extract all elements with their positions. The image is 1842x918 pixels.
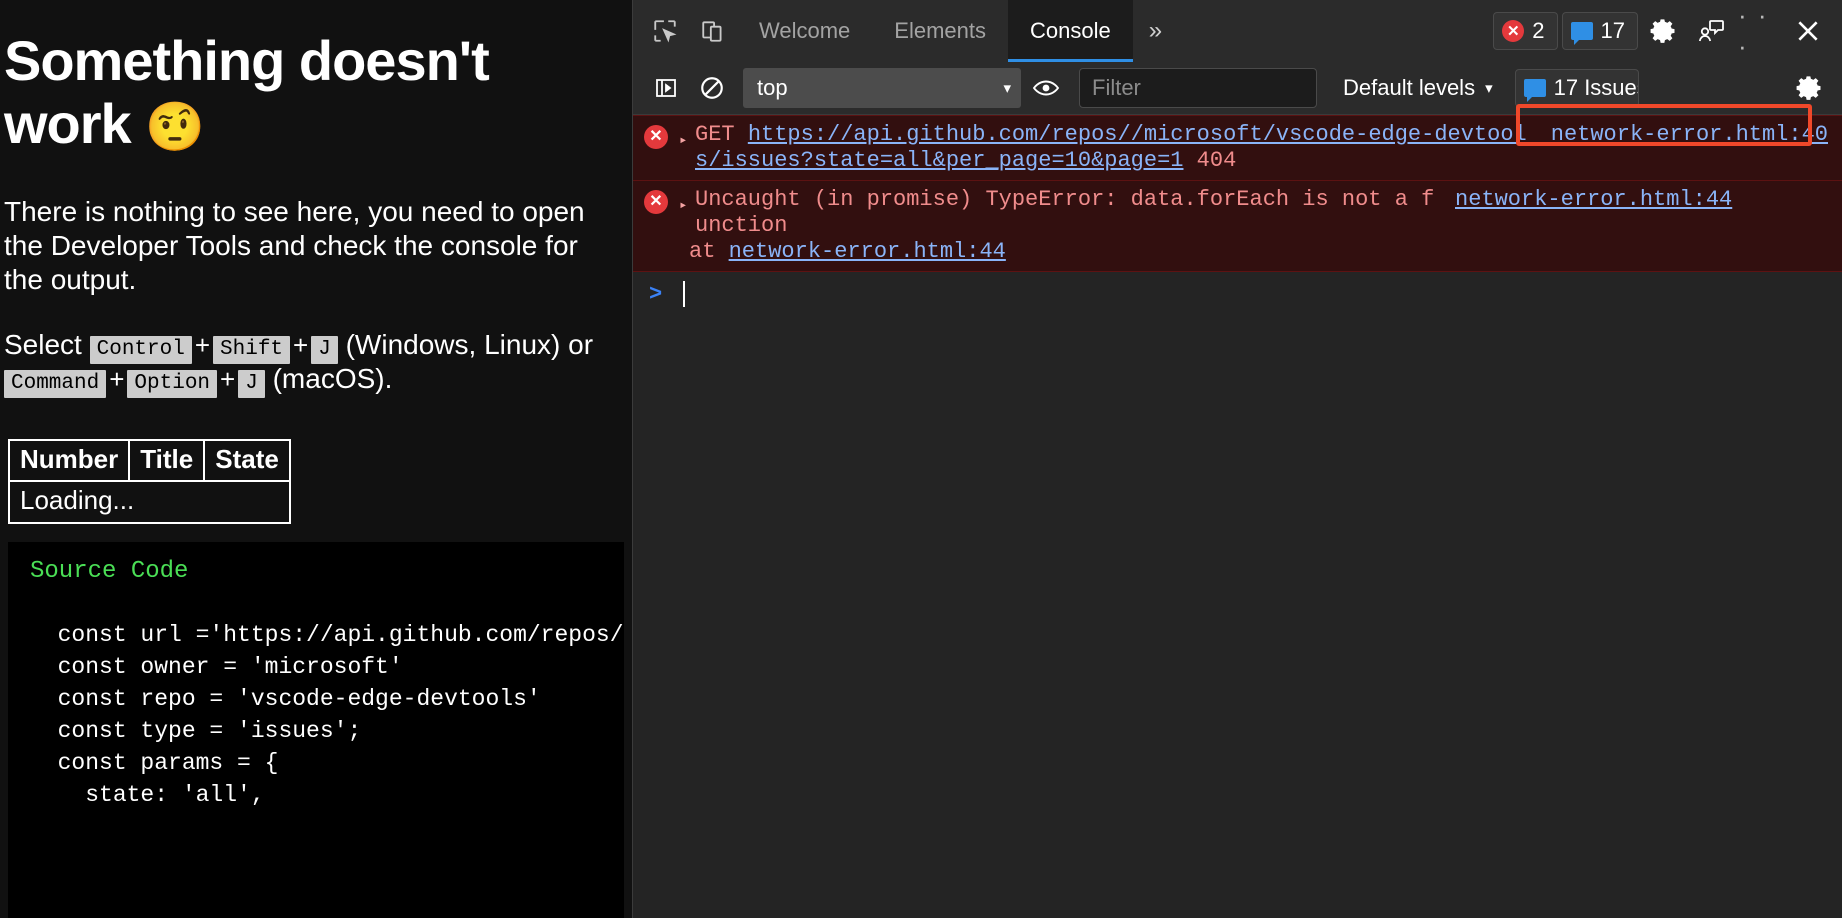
error-circle-icon: ✕ (644, 190, 668, 214)
kbd-j-win: J (311, 336, 338, 364)
log-levels-label: Default levels (1343, 75, 1475, 101)
message-count-label: 17 (1601, 18, 1625, 44)
console-message-list[interactable]: ✕ ▸ GET https://api.github.com/repos//mi… (633, 115, 1842, 918)
console-filter-toolbar: top ▾ Filter Default levels ▾ 17 Issues (633, 62, 1842, 115)
request-status: 404 (1183, 148, 1236, 173)
request-method: GET (695, 122, 748, 147)
message-bubble-icon (1524, 79, 1546, 97)
console-stack-trace: at network-error.html:44 (633, 239, 1006, 265)
console-source-link[interactable]: network-error.html:44 (1455, 187, 1746, 239)
error-count-badge[interactable]: ✕ 2 (1493, 12, 1557, 50)
kbd-j-mac: J (238, 370, 265, 398)
source-code-title: Source Code (8, 558, 624, 585)
table-row: Loading... (9, 481, 290, 523)
console-source-link[interactable]: network-error.html:40 (1551, 122, 1842, 174)
column-header-number: Number (9, 440, 129, 481)
expand-arrow-icon[interactable]: ▸ (679, 122, 695, 174)
source-code-text: const url ='https://api.github.com/repos… (8, 619, 624, 811)
message-count-badge[interactable]: 17 (1562, 12, 1638, 50)
console-error-text: Uncaught (in promise) TypeError: data.fo… (695, 187, 1455, 239)
feedback-icon[interactable] (1690, 9, 1734, 53)
kbd-control: Control (90, 336, 192, 364)
page-title-text: Something doesn't work (4, 29, 489, 155)
text-cursor (683, 281, 685, 307)
prompt-arrow-icon: > (649, 282, 681, 307)
error-count-label: 2 (1532, 18, 1544, 44)
os-label-macos: (macOS). (273, 363, 393, 394)
gear-icon[interactable] (1642, 9, 1686, 53)
issues-badge-label: 17 Issues (1554, 75, 1639, 101)
os-label-windows: (Windows, Linux) or (346, 329, 593, 360)
message-bubble-icon (1571, 22, 1593, 40)
page-title: Something doesn't work 🤨 (4, 30, 622, 155)
issues-table: Number Title State Loading... (8, 439, 291, 524)
clear-console-icon[interactable] (691, 67, 733, 109)
expand-arrow-icon[interactable]: ▸ (679, 187, 695, 239)
close-icon[interactable] (1786, 9, 1830, 53)
error-circle-icon: ✕ (1502, 20, 1524, 42)
plus-sign: + (217, 364, 238, 394)
request-url-link[interactable]: https://api.github.com/repos//microsoft/… (695, 122, 1527, 173)
inspect-element-icon[interactable] (641, 7, 689, 55)
console-error-text: GET https://api.github.com/repos//micros… (695, 122, 1551, 174)
devtools-tabstrip-actions: ✕ 2 17 (1493, 9, 1842, 53)
console-settings-gear-icon[interactable] (1788, 66, 1832, 110)
console-error-row[interactable]: ✕ ▸ GET https://api.github.com/repos//mi… (633, 115, 1842, 181)
column-header-title: Title (129, 440, 204, 481)
log-levels-select[interactable]: Default levels ▾ (1343, 75, 1493, 101)
plus-sign: + (106, 364, 127, 394)
devtools-tabstrip: Welcome Elements Console » ✕ 2 17 (633, 0, 1842, 62)
console-prompt[interactable]: > (633, 272, 1842, 316)
error-icon: ✕ (633, 122, 679, 174)
web-page-preview: Something doesn't work 🤨 There is nothin… (0, 0, 632, 918)
kbd-command: Command (4, 370, 106, 398)
kbd-option: Option (127, 370, 217, 398)
error-circle-icon: ✕ (644, 125, 668, 149)
issues-badge[interactable]: 17 Issues (1515, 69, 1639, 107)
tab-elements-label: Elements (894, 18, 986, 44)
tab-welcome-label: Welcome (759, 18, 850, 44)
stack-frame-link[interactable]: network-error.html:44 (729, 239, 1006, 264)
shortcut-prefix: Select (4, 329, 82, 360)
page-shortcut-paragraph: Select Control+Shift+J (Windows, Linux) … (4, 328, 622, 396)
chevron-down-icon: ▾ (1485, 79, 1493, 97)
console-context-value: top (757, 75, 788, 101)
search-input-placeholder: Filter (1092, 75, 1141, 101)
console-error-row[interactable]: ✕ ▸ Uncaught (in promise) TypeError: dat… (633, 181, 1842, 272)
page-intro-paragraph: There is nothing to see here, you need t… (4, 195, 622, 296)
loading-cell: Loading... (9, 481, 290, 523)
column-header-state: State (204, 440, 290, 481)
device-emulation-icon[interactable] (689, 7, 737, 55)
stack-prefix: at (689, 239, 729, 264)
tab-console-label: Console (1030, 18, 1111, 44)
plus-sign: + (290, 330, 311, 360)
raised-eyebrow-emoji: 🤨 (145, 101, 204, 154)
tab-elements[interactable]: Elements (872, 0, 1008, 62)
search-input[interactable]: Filter (1079, 68, 1317, 108)
screen: Something doesn't work 🤨 There is nothin… (0, 0, 1842, 918)
chevron-down-icon: ▾ (1003, 79, 1011, 97)
more-options-icon[interactable]: · · · (1738, 9, 1782, 53)
error-icon: ✕ (633, 187, 679, 239)
console-sidebar-icon[interactable] (645, 67, 687, 109)
tab-welcome[interactable]: Welcome (737, 0, 872, 62)
tab-console[interactable]: Console (1008, 0, 1133, 62)
more-tabs-icon[interactable]: » (1133, 0, 1178, 62)
kbd-shift: Shift (213, 336, 290, 364)
table-header-row: Number Title State (9, 440, 290, 481)
plus-sign: + (192, 330, 213, 360)
live-expression-icon[interactable] (1025, 67, 1067, 109)
console-context-select[interactable]: top ▾ (743, 68, 1021, 108)
devtools-panel: Welcome Elements Console » ✕ 2 17 (632, 0, 1842, 918)
more-options-dots: · · · (1738, 0, 1782, 62)
source-code-block: Source Code const url ='https://api.gith… (8, 542, 624, 918)
